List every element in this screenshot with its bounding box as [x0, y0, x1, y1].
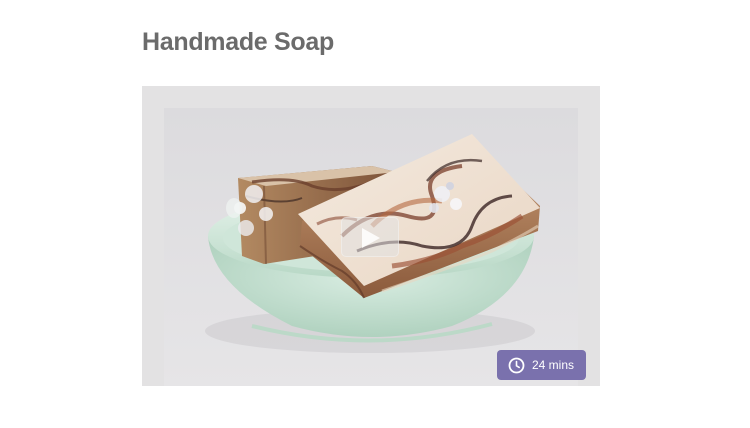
page-title: Handmade Soap: [142, 28, 334, 56]
play-icon: [362, 228, 380, 248]
clock-icon: [508, 357, 525, 373]
duration-badge: 24 mins: [497, 350, 586, 380]
page: Handmade Soap 24 mins: [0, 0, 750, 428]
play-button[interactable]: [341, 217, 399, 257]
duration-label: 24 mins: [532, 358, 575, 372]
video-card[interactable]: 24 mins: [142, 86, 600, 386]
